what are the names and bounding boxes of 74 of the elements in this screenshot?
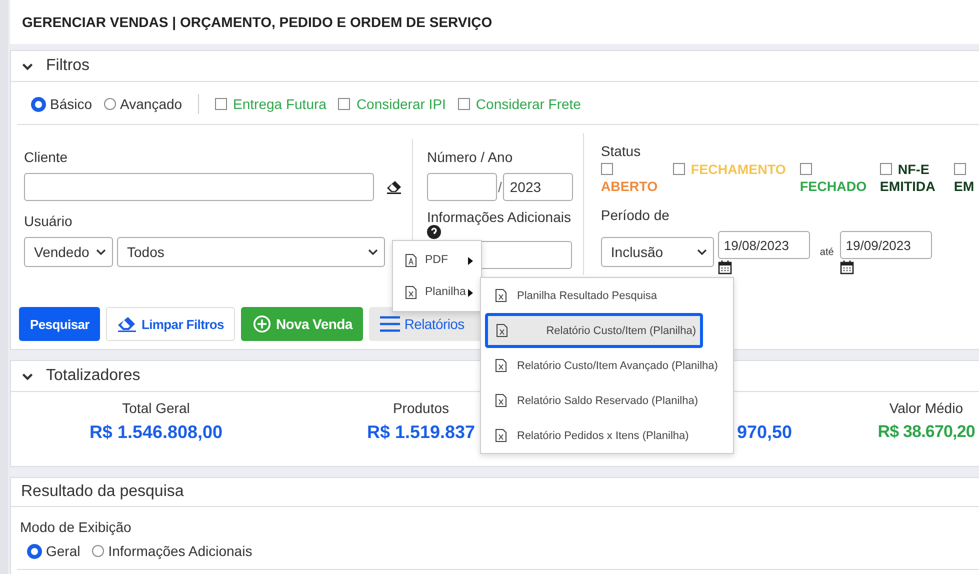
status-checkbox[interactable]: NF-E EMITIDA bbox=[880, 161, 942, 195]
eraser-icon bbox=[117, 315, 138, 333]
number-field[interactable] bbox=[427, 173, 497, 201]
section-title: Filtros bbox=[46, 57, 90, 75]
menu-item-label: PDF bbox=[425, 254, 448, 266]
menu-icon bbox=[380, 315, 400, 333]
radio-option[interactable]: Avançado bbox=[104, 96, 182, 112]
page-title: GERENCIAR VENDAS | ORÇAMENTO, PEDIDO E ORDEM DE SERVIÇO bbox=[22, 14, 492, 30]
menu-item-label: Planilha bbox=[425, 286, 466, 298]
spreadsheet-file-icon bbox=[495, 428, 507, 443]
spreadsheet-file-icon bbox=[496, 323, 508, 338]
field-label: Cliente bbox=[24, 149, 69, 165]
field-label: Modo de Exibição bbox=[20, 519, 132, 535]
field-label: Status bbox=[600, 143, 642, 159]
status-label: FECHADO bbox=[800, 179, 867, 194]
menu-item[interactable]: PDF bbox=[393, 244, 481, 276]
submenu-item-label: Planilha Resultado Pesquisa bbox=[517, 290, 658, 302]
total-label: Produtos bbox=[392, 400, 450, 416]
chevron-icon bbox=[96, 249, 106, 255]
total-value: R$ 38.670,20 bbox=[878, 422, 975, 442]
section-title: Totalizadores bbox=[46, 367, 140, 385]
submenu-item[interactable]: Relatório Pedidos x Itens (Planilha) bbox=[481, 418, 733, 453]
radio-option[interactable]: Informações Adicionais bbox=[92, 543, 252, 559]
calendar-icon[interactable] bbox=[718, 260, 732, 275]
period-select[interactable]: Inclusão bbox=[600, 237, 714, 267]
submenu-item[interactable]: Relatório Custo/Item (Planilha) bbox=[485, 313, 703, 348]
status-label: EM bbox=[954, 179, 974, 194]
submenu-item-label: Relatório Custo/Item (Planilha) bbox=[546, 324, 696, 336]
submenu-item-label: Relatório Pedidos x Itens (Planilha) bbox=[517, 430, 689, 442]
submenu-item[interactable]: Relatório Custo/Item Avançado (Planilha) bbox=[481, 348, 733, 383]
help-icon[interactable] bbox=[427, 225, 441, 239]
spreadsheet-file-icon bbox=[495, 393, 507, 408]
input-field[interactable] bbox=[24, 173, 374, 201]
year-field[interactable]: 2023 bbox=[502, 173, 573, 201]
submenu-arrow-icon bbox=[468, 289, 473, 297]
eraser-icon[interactable] bbox=[386, 180, 402, 194]
total-value: R$ 1.519.837 bbox=[366, 422, 476, 443]
submenu-item-label: Relatório Custo/Item Avançado (Planilha) bbox=[517, 360, 718, 372]
status-label: NF-E EMITIDA bbox=[880, 162, 936, 194]
calendar-icon[interactable] bbox=[840, 260, 854, 275]
field-label: Número / Ano bbox=[427, 149, 514, 165]
total-label: Total Geral bbox=[122, 400, 190, 416]
submenu-item[interactable]: Relatório Saldo Reservado (Planilha) bbox=[481, 383, 733, 418]
plus-circle-icon bbox=[252, 315, 272, 333]
pdf-file-icon bbox=[405, 252, 417, 268]
section-title: Resultado da pesquisa bbox=[21, 483, 184, 501]
chevron-icon bbox=[368, 249, 378, 255]
radio-option[interactable]: Geral bbox=[27, 543, 80, 559]
separator-text: / bbox=[498, 179, 502, 195]
submenu-item-label: Relatório Saldo Reservado (Planilha) bbox=[517, 394, 698, 406]
field-label: Período de bbox=[600, 207, 670, 223]
status-label: FECHAMENTO bbox=[690, 162, 786, 177]
spreadsheet-file-icon bbox=[495, 358, 507, 373]
date-field[interactable]: 19/08/2023 bbox=[718, 231, 810, 259]
field-label: Usuário bbox=[24, 213, 74, 229]
section-header[interactable]: Filtros bbox=[11, 51, 979, 82]
user-select[interactable]: Todos bbox=[117, 237, 385, 267]
type-select[interactable]: Vendedo bbox=[24, 237, 113, 267]
total-value: R$ 1.546.808,00 bbox=[89, 422, 223, 443]
menu-item[interactable]: Planilha bbox=[393, 276, 481, 308]
total-label: Valor Médio bbox=[889, 400, 963, 416]
status-label: ABERTO bbox=[600, 179, 658, 194]
radio-option[interactable]: Básico bbox=[31, 96, 92, 112]
spreadsheet-file-icon bbox=[405, 284, 417, 300]
status-checkbox[interactable]: EM bbox=[954, 161, 979, 195]
search-button[interactable]: Pesquisar bbox=[19, 307, 100, 341]
range-label: até bbox=[820, 247, 834, 258]
field-label: Informações Adicionais bbox=[427, 209, 572, 225]
spreadsheet-file-icon bbox=[495, 288, 507, 303]
clear-filters-button[interactable]: Limpar Filtros bbox=[106, 307, 235, 341]
chevron-icon bbox=[696, 249, 707, 255]
total-value: 970,50 bbox=[737, 422, 792, 443]
submenu-arrow-icon bbox=[468, 257, 473, 265]
date-field[interactable]: 19/09/2023 bbox=[840, 231, 932, 259]
